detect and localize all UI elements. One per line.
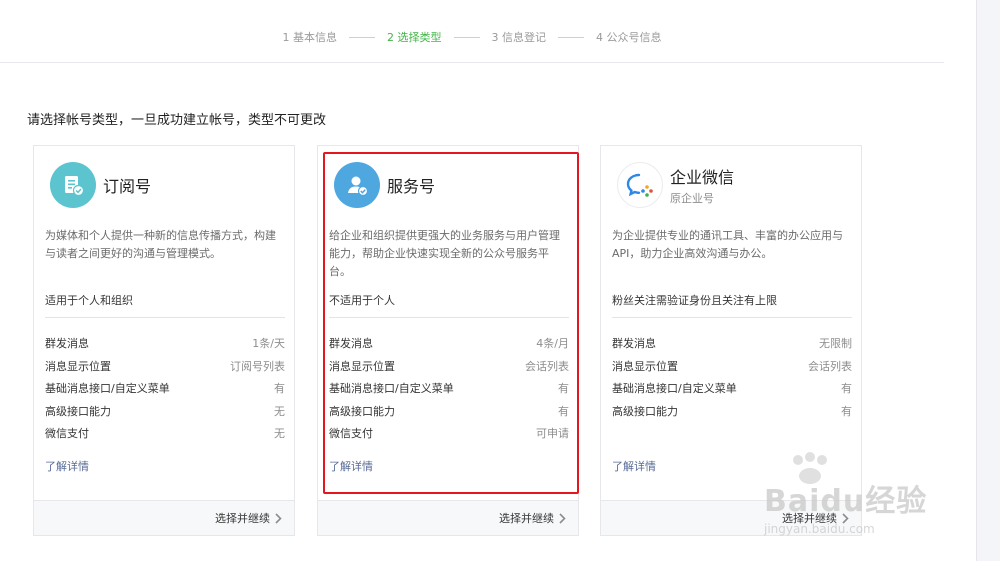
feature-value: 有 [841, 382, 852, 395]
step-info-registration: 3 信息登记 [491, 31, 547, 44]
feature-row: 群发消息 无限制 [612, 335, 852, 358]
feature-row: 消息显示位置 会话列表 [612, 358, 852, 381]
select-continue-button[interactable]: 选择并继续 [499, 510, 566, 526]
highlight-box [323, 152, 579, 494]
card-header: 企业微信 原企业号 [617, 160, 734, 210]
feature-label: 微信支付 [45, 427, 89, 440]
card-suitability: 适用于个人和组织 [45, 292, 285, 318]
feature-row: 基础消息接口/自定义菜单 有 [45, 380, 285, 403]
card-footer: 选择并继续 [34, 500, 294, 535]
feature-label: 消息显示位置 [612, 359, 678, 373]
step-connector [453, 36, 480, 38]
card-suitability: 粉丝关注需验证身份且关注有上限 [612, 292, 852, 318]
feature-value: 1条/天 [252, 337, 285, 350]
select-continue-button[interactable]: 选择并继续 [215, 510, 282, 526]
step-basic-info: 1 基本信息 [282, 31, 338, 44]
feature-label: 基础消息接口/自定义菜单 [612, 382, 737, 395]
feature-value: 订阅号列表 [230, 359, 285, 373]
feature-row: 微信支付 无 [45, 425, 285, 448]
feature-list: 群发消息 1条/天 消息显示位置 订阅号列表 基础消息接口/自定义菜单 有 高级接口能… [45, 335, 285, 448]
watermark-brand: Baidu经验 [764, 484, 928, 519]
select-continue-label: 选择并继续 [499, 512, 554, 525]
divider [0, 62, 944, 63]
watermark-url: jingyan.baidu.com [764, 522, 875, 536]
right-scroll-panel [976, 0, 1000, 561]
card-subtitle: 原企业号 [670, 192, 714, 205]
feature-value: 无 [274, 427, 285, 440]
feature-value: 有 [274, 382, 285, 395]
feature-label: 高级接口能力 [45, 404, 111, 418]
card-title-group: 企业微信 原企业号 [670, 164, 734, 206]
work-wechat-icon [617, 162, 663, 208]
subscription-doc-icon [50, 162, 96, 208]
step-connector [349, 36, 375, 38]
feature-label: 消息显示位置 [45, 359, 111, 373]
step-progress: 1 基本信息 2 选择类型 3 信息登记 4 公众号信息 [0, 28, 944, 46]
card-description: 为企业提供专业的通讯工具、丰富的办公应用与API，助力企业高效沟通与办公。 [612, 229, 843, 260]
feature-value: 无限制 [819, 337, 852, 350]
step-connector [558, 36, 584, 38]
feature-list: 群发消息 无限制 消息显示位置 会话列表 基础消息接口/自定义菜单有 高级接口能力有 [612, 335, 852, 425]
feature-row: 消息显示位置 订阅号列表 [45, 358, 285, 381]
card-description: 为媒体和个人提供一种新的信息传播方式，构建与读者之间更好的沟通与管理模式。 [45, 229, 276, 260]
feature-value: 会话列表 [808, 359, 852, 373]
feature-label: 群发消息 [45, 337, 89, 350]
chevron-right-icon [559, 512, 566, 524]
page-title: 请选择帐号类型，一旦成功建立帐号，类型不可更改 [27, 113, 327, 128]
card-footer: 选择并继续 [318, 500, 578, 535]
feature-row: 基础消息接口/自定义菜单 有 [612, 380, 852, 403]
feature-value: 有 [841, 404, 852, 418]
feature-row: 高级接口能力 无 [45, 403, 285, 426]
card-header: 订阅号 [50, 160, 151, 210]
step-account-info: 4 公众号信息 [596, 31, 662, 44]
learn-more-link[interactable]: 了解详情 [612, 458, 656, 474]
feature-row: 群发消息 1条/天 [45, 335, 285, 358]
baidu-watermark: Baidu经验 jingyan.baidu.com [758, 452, 954, 552]
feature-row: 高级接口能力 有 [612, 403, 852, 426]
select-continue-label: 选择并继续 [215, 512, 270, 525]
chevron-right-icon [275, 512, 282, 524]
feature-label: 高级接口能力 [612, 404, 678, 418]
feature-label: 群发消息 [612, 337, 656, 350]
feature-value: 无 [274, 404, 285, 418]
step-select-type: 2 选择类型 [387, 31, 442, 44]
card-title: 订阅号 [103, 177, 152, 196]
card-title: 企业微信 [670, 168, 735, 187]
feature-label: 基础消息接口/自定义菜单 [45, 382, 170, 395]
card-subscription: 订阅号 为媒体和个人提供一种新的信息传播方式，构建与读者之间更好的沟通与管理模式… [33, 145, 295, 536]
learn-more-link[interactable]: 了解详情 [45, 458, 89, 474]
